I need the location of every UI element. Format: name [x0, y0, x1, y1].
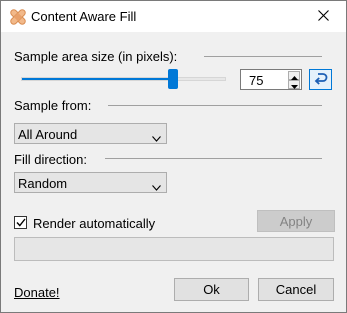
undo-icon [314, 72, 328, 88]
sample-size-slider-track[interactable] [21, 77, 226, 81]
apply-button[interactable]: Apply [257, 210, 335, 232]
render-automatically-label[interactable]: Render automatically [33, 216, 155, 231]
close-button[interactable] [300, 1, 346, 32]
close-icon [317, 9, 329, 24]
slider-fill [22, 78, 173, 80]
sample-size-value[interactable]: 75 [249, 73, 263, 88]
content-aware-fill-dialog: Content Aware Fill Sample area size (in … [0, 0, 347, 313]
sample-from-selected: All Around [18, 127, 78, 142]
cancel-label: Cancel [275, 282, 317, 297]
donate-link[interactable]: Donate! [14, 285, 60, 300]
bandage-icon [8, 7, 28, 27]
spin-down-button[interactable] [288, 80, 300, 89]
sample-area-label: Sample area size (in pixels): [14, 49, 178, 64]
fill-direction-label: Fill direction: [14, 152, 87, 167]
chevron-down-icon [152, 130, 161, 145]
fill-direction-selected: Random [18, 176, 68, 191]
sample-size-slider-thumb[interactable] [167, 69, 178, 89]
sample-from-label: Sample from: [14, 98, 92, 113]
arrow-down-icon [290, 77, 298, 92]
divider [204, 56, 322, 57]
divider [105, 158, 322, 159]
chevron-down-icon [152, 179, 161, 194]
checkmark-icon [15, 215, 26, 230]
ok-label: Ok [203, 282, 220, 297]
render-progress-bar [14, 237, 334, 261]
fill-direction-dropdown[interactable]: Random [14, 172, 167, 193]
render-automatically-checkbox[interactable] [14, 216, 27, 229]
reset-sample-size-button[interactable] [309, 69, 332, 90]
title-bar: Content Aware Fill [1, 1, 346, 32]
window-title: Content Aware Fill [31, 9, 137, 24]
sample-from-dropdown[interactable]: All Around [14, 123, 167, 144]
sample-size-spinbox[interactable]: 75 [240, 69, 302, 90]
divider [108, 105, 322, 106]
ok-button[interactable]: Ok [174, 278, 249, 301]
cancel-button[interactable]: Cancel [258, 278, 334, 301]
apply-label: Apply [279, 213, 313, 229]
